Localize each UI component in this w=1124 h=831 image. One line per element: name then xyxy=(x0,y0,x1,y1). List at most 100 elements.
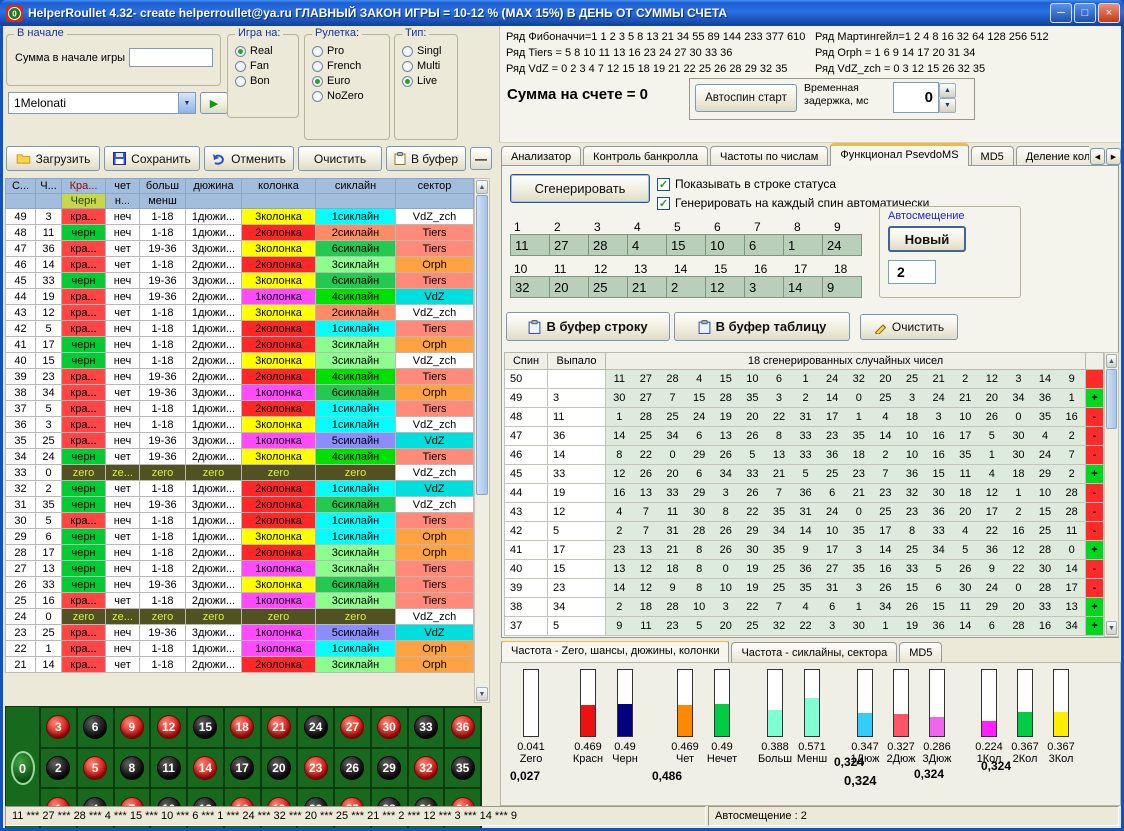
board-cell-24[interactable]: 24 xyxy=(297,707,334,748)
history-row[interactable]: 3525кра...неч19-363дюжи...1колонка5сикла… xyxy=(6,433,474,449)
gen-table-row[interactable]: 48111282524192022311714183102603516- xyxy=(504,408,1104,427)
history-scrollbar[interactable]: ▲ ▼ xyxy=(474,178,490,703)
board-cell-23[interactable]: 23 xyxy=(297,748,334,789)
generated-number-cell[interactable]: 3 xyxy=(744,276,784,298)
gen-table-row[interactable]: 43124711308223531240252336201721528- xyxy=(504,503,1104,522)
radio-option-live[interactable]: Live xyxy=(402,75,457,87)
gen-table-row[interactable]: 50112728415106124322025212123149 xyxy=(504,370,1104,389)
delay-value[interactable]: 0 xyxy=(893,82,939,113)
gen-table-row[interactable]: 45331226206343321525237361511418292+ xyxy=(504,465,1104,484)
play-button[interactable]: ▶ xyxy=(200,92,228,114)
maximize-button[interactable]: □ xyxy=(1074,3,1096,23)
board-cell-32[interactable]: 32 xyxy=(408,748,445,789)
gen-table-row[interactable]: 41172313218263035917314253453612280+ xyxy=(504,541,1104,560)
scroll-up-icon[interactable]: ▲ xyxy=(1106,354,1117,368)
gen-table-row[interactable]: 3759112352025322233011936146281634+ xyxy=(504,617,1104,636)
tab-1[interactable]: Анализатор xyxy=(501,146,581,166)
history-row[interactable]: 3834кра...чет19-363дюжи...1колонка6сикла… xyxy=(6,385,474,401)
start-amount-input[interactable] xyxy=(129,48,213,67)
board-cell-11[interactable]: 11 xyxy=(150,748,187,789)
generated-scroll-thumb[interactable] xyxy=(1106,369,1117,429)
generate-button[interactable]: Сгенерировать xyxy=(510,174,650,203)
scroll-down-icon[interactable]: ▼ xyxy=(476,687,488,701)
radio-option-multi[interactable]: Multi xyxy=(402,60,457,72)
board-cell-6[interactable]: 6 xyxy=(77,707,114,748)
generated-number-cell[interactable]: 21 xyxy=(627,276,667,298)
gen-table-row[interactable]: 441916133329326736621233230181211028- xyxy=(504,484,1104,503)
tab-2[interactable]: Контроль банкролла xyxy=(583,146,708,166)
save-button[interactable]: Сохранить xyxy=(104,146,200,171)
board-cell-29[interactable]: 29 xyxy=(371,748,408,789)
collapse-button[interactable]: — xyxy=(470,147,492,170)
freq-tab-3[interactable]: MD5 xyxy=(899,642,942,662)
preset-combobox[interactable]: 1Melonati ▼ xyxy=(8,92,196,114)
radio-option-euro[interactable]: Euro xyxy=(312,75,389,87)
board-cell-17[interactable]: 17 xyxy=(224,748,261,789)
board-cell-18[interactable]: 18 xyxy=(224,707,261,748)
history-row[interactable]: 4015черннеч1-182дюжи...3колонка3сиклайнV… xyxy=(6,353,474,369)
board-cell-8[interactable]: 8 xyxy=(114,748,151,789)
history-row[interactable]: 221кра...неч1-181дюжи...1колонка1сиклайн… xyxy=(6,641,474,657)
dropdown-arrow-icon[interactable]: ▼ xyxy=(178,93,195,113)
history-row[interactable]: 4419кра...неч19-362дюжи...1колонка4сикла… xyxy=(6,289,474,305)
tab-5[interactable]: MD5 xyxy=(971,146,1014,166)
generated-number-cell[interactable]: 20 xyxy=(549,276,589,298)
generated-number-cell[interactable]: 28 xyxy=(588,234,628,256)
history-row[interactable]: 2516кра...чет1-182дюжи...1колонка3сиклай… xyxy=(6,593,474,609)
history-row[interactable]: 4736кра...чет19-363дюжи...3колонка6сикла… xyxy=(6,241,474,257)
board-cell-21[interactable]: 21 xyxy=(261,707,298,748)
generated-number-cell[interactable]: 15 xyxy=(666,234,706,256)
generated-number-cell[interactable]: 11 xyxy=(510,234,550,256)
history-header-cell[interactable]: больш xyxy=(140,179,186,194)
generated-number-cell[interactable]: 4 xyxy=(627,234,667,256)
history-row[interactable]: 493кра...неч1-181дюжи...3колонка1сиклайн… xyxy=(6,209,474,225)
history-header-cell[interactable]: колонка xyxy=(242,179,316,194)
show-status-checkbox[interactable]: ✓ Показывать в строке статуса xyxy=(657,177,836,191)
radio-option-bon[interactable]: Bon xyxy=(235,75,298,87)
clear-button[interactable]: Очистить xyxy=(298,146,382,171)
generated-number-cell[interactable]: 1 xyxy=(783,234,823,256)
tab-6[interactable]: Деление колеса на xyxy=(1016,146,1089,166)
radio-option-nozero[interactable]: NoZero xyxy=(312,90,389,102)
history-row[interactable]: 2633черннеч19-363дюжи...3колонка6сиклайн… xyxy=(6,577,474,593)
board-cell-15[interactable]: 15 xyxy=(187,707,224,748)
history-row[interactable]: 363кра...неч1-181дюжи...3колонка1сиклайн… xyxy=(6,417,474,433)
history-header-cell[interactable]: Кра... xyxy=(62,179,106,194)
scroll-up-icon[interactable]: ▲ xyxy=(476,180,488,194)
board-cell-26[interactable]: 26 xyxy=(334,748,371,789)
copy-table-button[interactable]: В буфер таблицу xyxy=(674,312,850,341)
minimize-button[interactable]: ─ xyxy=(1050,3,1072,23)
generated-number-cell[interactable]: 24 xyxy=(822,234,862,256)
history-row[interactable]: 4117черннеч1-182дюжи...2колонка3сиклайнO… xyxy=(6,337,474,353)
history-row[interactable]: 296чернчет1-181дюжи...3колонка1сиклайнOr… xyxy=(6,529,474,545)
generated-number-cell[interactable]: 2 xyxy=(666,276,706,298)
new-button[interactable]: Новый xyxy=(888,226,966,252)
history-scroll-thumb[interactable] xyxy=(476,195,488,495)
history-row[interactable]: 3135черннеч19-363дюжи...2колонка6сиклайн… xyxy=(6,497,474,513)
history-row[interactable]: 2713черннеч1-182дюжи...1колонка3сиклайнT… xyxy=(6,561,474,577)
history-header-cell[interactable]: дюжина xyxy=(186,179,242,194)
board-cell-9[interactable]: 9 xyxy=(114,707,151,748)
history-row[interactable]: 4614кра...чет1-182дюжи...2колонка3сиклай… xyxy=(6,257,474,273)
history-row[interactable]: 2817черннеч1-182дюжи...2колонка3сиклайнO… xyxy=(6,545,474,561)
history-row[interactable]: 3424чернчет19-362дюжи...3колонка4сиклайн… xyxy=(6,449,474,465)
board-cell-3[interactable]: 3 xyxy=(40,707,77,748)
generated-number-cell[interactable]: 6 xyxy=(744,234,784,256)
radio-option-real[interactable]: Real xyxy=(235,45,298,57)
gen-table-row[interactable]: 47361425346132683323351410161753042- xyxy=(504,427,1104,446)
radio-option-french[interactable]: French xyxy=(312,60,389,72)
board-cell-35[interactable]: 35 xyxy=(444,748,481,789)
generated-number-cell[interactable]: 10 xyxy=(705,234,745,256)
history-header-cell[interactable]: чет xyxy=(106,179,140,194)
history-row[interactable]: 425кра...неч1-181дюжи...2колонка1сиклайн… xyxy=(6,321,474,337)
generated-number-cell[interactable]: 32 xyxy=(510,276,550,298)
load-button[interactable]: Загрузить xyxy=(6,146,100,171)
autoshift-input[interactable] xyxy=(888,260,936,284)
history-header-cell[interactable]: С... xyxy=(6,179,36,194)
radio-option-fan[interactable]: Fan xyxy=(235,60,298,72)
generated-number-cell[interactable]: 9 xyxy=(822,276,862,298)
gen-table-row[interactable]: 493302771528353214025324212034361+ xyxy=(504,389,1104,408)
freq-tab-1[interactable]: Частота - Zero, шансы, дюжины, колонки xyxy=(501,641,729,662)
copy-buffer-button[interactable]: В буфер xyxy=(386,146,466,171)
board-cell-2[interactable]: 2 xyxy=(40,748,77,789)
